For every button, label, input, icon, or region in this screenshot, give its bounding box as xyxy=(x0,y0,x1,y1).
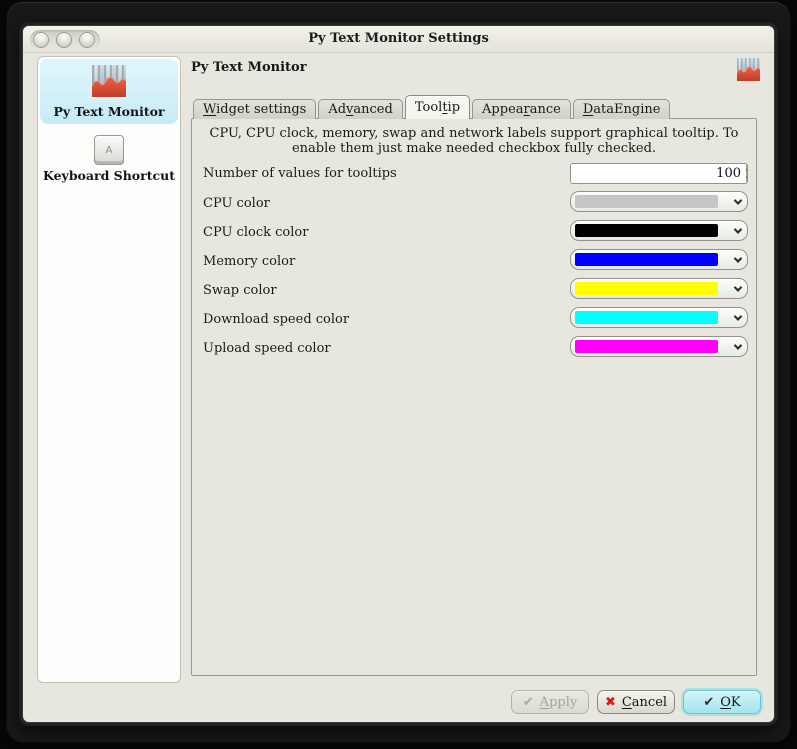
settings-dialog-window: Py Text Monitor Settings Py Text Monitor… xyxy=(22,25,775,723)
color-row-label: CPU clock color xyxy=(203,225,308,240)
monitor-graph-icon xyxy=(92,65,126,97)
color-row-label: Download speed color xyxy=(203,312,349,327)
spin-up-button[interactable] xyxy=(747,164,748,174)
page-title: Py Text Monitor xyxy=(191,60,307,75)
color-swatch xyxy=(575,224,718,237)
chevron-down-icon xyxy=(734,312,742,320)
color-swatch xyxy=(575,282,718,295)
cpu-clock-color-dropdown[interactable] xyxy=(570,220,748,241)
titlebar: Py Text Monitor Settings xyxy=(23,26,774,53)
sidebar-item-label: Keyboard Shortcut xyxy=(40,168,178,183)
chevron-down-icon xyxy=(734,254,742,262)
chevron-down-icon xyxy=(734,341,742,349)
color-row-label: CPU color xyxy=(203,196,270,211)
color-swatch xyxy=(575,311,718,324)
color-row-label: Memory color xyxy=(203,254,295,269)
x-icon: ✖ xyxy=(605,695,616,710)
tab-dataengine[interactable]: DataEngine xyxy=(573,99,671,119)
cancel-button[interactable]: ✖ Cancel xyxy=(597,690,675,714)
tooltip-description-text: CPU, CPU clock, memory, swap and network… xyxy=(203,126,745,156)
memory-color-dropdown[interactable] xyxy=(570,249,748,270)
color-swatch xyxy=(575,253,718,266)
tooltip-values-input[interactable] xyxy=(571,164,746,183)
swap-color-dropdown[interactable] xyxy=(570,278,748,299)
color-row-label: Swap color xyxy=(203,283,277,298)
apply-button[interactable]: ✔ Apply xyxy=(511,690,589,714)
window-title: Py Text Monitor Settings xyxy=(23,31,774,46)
tooltip-values-spinbox xyxy=(570,163,748,184)
sidebar-item-keyboard-shortcut[interactable]: A Keyboard Shortcut xyxy=(40,126,178,188)
color-swatch xyxy=(575,195,718,208)
ok-button[interactable]: ✔ OK xyxy=(683,690,761,714)
sidebar: Py Text Monitor A Keyboard Shortcut xyxy=(37,56,181,683)
tab-appearance[interactable]: Appearance xyxy=(472,99,571,119)
tab-advanced[interactable]: Advanced xyxy=(318,99,403,119)
spinner-buttons xyxy=(746,164,748,183)
chevron-down-icon xyxy=(734,283,742,291)
chevron-up-icon xyxy=(746,166,748,173)
upload-speed-color-dropdown[interactable] xyxy=(570,336,748,357)
tab-content-frame: CPU, CPU clock, memory, swap and network… xyxy=(191,118,757,676)
download-speed-color-dropdown[interactable] xyxy=(570,307,748,328)
check-icon: ✔ xyxy=(523,695,534,710)
color-row-label: Upload speed color xyxy=(203,341,331,356)
sidebar-item-label: Py Text Monitor xyxy=(40,104,178,119)
chevron-down-icon xyxy=(734,225,742,233)
tab-widget-settings[interactable]: Widget settings xyxy=(193,99,316,119)
monitor-graph-icon xyxy=(737,58,760,81)
chevron-down-icon xyxy=(746,174,748,181)
keycap-letter: A xyxy=(106,145,113,156)
tabbar: Widget settings Advanced Tooltip Appeara… xyxy=(193,95,672,119)
spin-row-label: Number of values for tooltips xyxy=(203,166,397,181)
spin-down-button[interactable] xyxy=(747,174,748,183)
color-swatch xyxy=(575,340,718,353)
keyboard-key-icon: A xyxy=(94,135,124,165)
check-icon: ✔ xyxy=(703,695,714,710)
chevron-down-icon xyxy=(734,196,742,204)
sidebar-item-py-text-monitor[interactable]: Py Text Monitor xyxy=(40,59,178,124)
tab-tooltip[interactable]: Tooltip xyxy=(405,95,470,119)
cpu-color-dropdown[interactable] xyxy=(570,191,748,212)
